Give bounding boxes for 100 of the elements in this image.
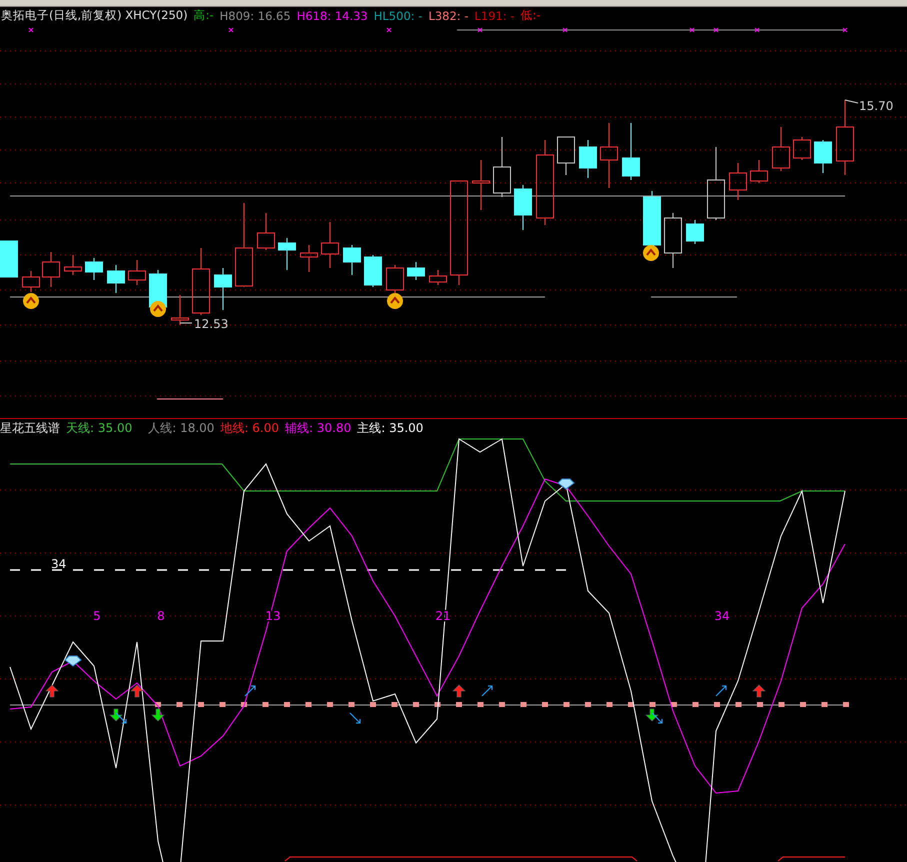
diagonal-arrow-icon xyxy=(244,686,256,696)
up-arrow-icon xyxy=(452,684,466,698)
candlestick xyxy=(214,268,232,310)
support-line xyxy=(156,398,224,400)
candlestick xyxy=(386,264,404,294)
cross-marker-icon xyxy=(228,28,234,32)
candlestick xyxy=(472,160,490,210)
square-marker-icon xyxy=(499,702,505,707)
square-marker-icon xyxy=(434,702,440,707)
square-marker-icon xyxy=(284,702,290,707)
chevron-up-badge-icon xyxy=(23,293,39,309)
cross-marker-icon xyxy=(562,28,568,32)
candlestick xyxy=(514,184,532,230)
cross-marker-icon xyxy=(386,28,392,32)
square-marker-icon xyxy=(628,702,634,707)
indicator-value: H618: 14.33 xyxy=(296,8,368,22)
indicator-value: 主线: 35.00 xyxy=(357,420,424,436)
candlestick xyxy=(364,254,382,288)
candlestick xyxy=(579,140,597,178)
diamond-icon xyxy=(64,656,82,667)
candlestick xyxy=(686,220,704,244)
price-label: 12.53 xyxy=(194,317,228,331)
square-marker-icon xyxy=(413,702,419,707)
candlestick xyxy=(600,122,618,188)
candlestick xyxy=(429,270,447,286)
square-marker-icon xyxy=(564,702,570,707)
square-marker-icon xyxy=(822,702,828,707)
square-marker-icon xyxy=(478,702,484,707)
cross-marker-icon xyxy=(842,28,848,32)
fib-number: 5 xyxy=(93,609,101,623)
cross-marker-icon xyxy=(478,28,482,32)
square-marker-icon xyxy=(843,702,849,707)
square-marker-icon xyxy=(262,702,268,707)
indicator-value: 天线: 35.00 xyxy=(66,420,132,436)
leader-line xyxy=(180,322,192,324)
candlestick xyxy=(107,264,125,294)
candlestick xyxy=(664,212,682,268)
square-marker-icon xyxy=(542,702,548,707)
candlestick xyxy=(85,258,103,280)
candlestick xyxy=(192,248,210,316)
candlestick xyxy=(493,136,511,198)
indicator-value: H809: 16.65 xyxy=(220,8,291,22)
candlestick xyxy=(622,122,640,180)
square-marker-icon xyxy=(370,702,376,707)
indicator-value: 辅线: 30.80 xyxy=(285,420,352,436)
indicator-title: 星花五线谱 xyxy=(0,420,60,436)
indicator-value: 人线: 18.00 xyxy=(148,420,214,436)
chevron-up-badge-icon xyxy=(643,245,659,261)
square-marker-icon xyxy=(306,702,312,707)
up-arrow-icon xyxy=(130,684,144,698)
square-marker-icon xyxy=(650,702,656,707)
square-marker-icon xyxy=(327,702,333,707)
square-marker-icon xyxy=(220,702,226,707)
square-marker-icon xyxy=(692,702,698,707)
candlestick xyxy=(793,136,811,160)
candlestick xyxy=(407,262,425,280)
diagonal-arrow-icon xyxy=(482,686,492,696)
candlestick xyxy=(0,240,18,278)
diagonal-arrow-icon xyxy=(350,712,360,724)
candlestick xyxy=(321,222,339,268)
diamond-icon xyxy=(557,478,575,490)
candlestick xyxy=(343,244,361,276)
square-marker-icon xyxy=(585,702,591,707)
fib-number: 8 xyxy=(157,609,165,623)
price-label: 15.70 xyxy=(859,99,894,113)
candlestick xyxy=(814,140,832,174)
chevron-up-badge-icon xyxy=(150,301,166,317)
square-marker-icon xyxy=(392,702,398,707)
square-marker-icon xyxy=(456,702,462,707)
indicator-value: HL500: - xyxy=(374,8,422,22)
candlestick xyxy=(42,252,60,288)
square-marker-icon xyxy=(671,702,677,707)
cross-marker-icon xyxy=(690,28,694,32)
candlestick xyxy=(64,254,82,276)
cross-marker-icon xyxy=(28,28,34,32)
leader-line xyxy=(844,100,858,104)
square-marker-icon xyxy=(757,702,763,707)
up-arrow-icon xyxy=(45,684,59,698)
diagonal-arrow-icon xyxy=(116,712,126,724)
candlestick xyxy=(128,260,146,286)
square-marker-icon xyxy=(520,702,526,707)
candlestick xyxy=(22,270,40,292)
cross-marker-icon xyxy=(754,28,760,32)
up-arrow-icon xyxy=(752,684,766,698)
square-marker-icon xyxy=(606,702,612,707)
diagonal-arrow-icon xyxy=(652,712,662,724)
square-marker-icon xyxy=(778,702,784,707)
square-marker-icon xyxy=(348,702,354,707)
square-marker-icon xyxy=(176,702,182,707)
square-marker-icon xyxy=(198,702,204,707)
square-marker-icon xyxy=(736,702,742,707)
down-arrow-icon xyxy=(645,708,659,722)
level-label: 34 xyxy=(51,557,66,571)
candlestick xyxy=(278,238,296,270)
candlestick xyxy=(750,160,768,184)
candlestick xyxy=(257,212,275,250)
chart-title: 奥拓电子(日线,前复权) XHCY(250) xyxy=(1,8,188,23)
candlestick xyxy=(772,126,790,172)
diagonal-arrow-icon xyxy=(716,686,726,696)
candlestick xyxy=(557,136,575,176)
